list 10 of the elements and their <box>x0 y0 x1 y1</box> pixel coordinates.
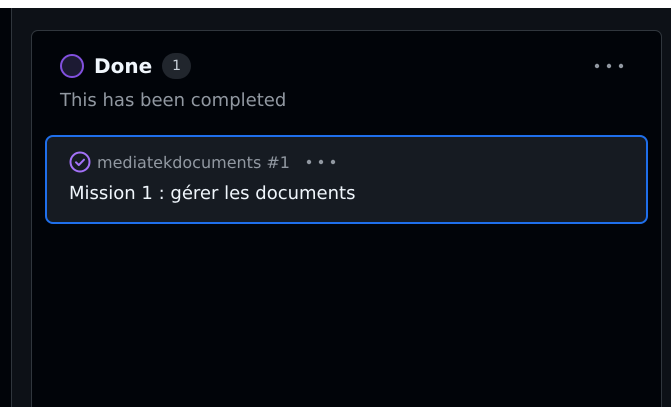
issue-card[interactable]: mediatekdocuments #1 Mission 1 : gérer les documents <box>45 135 648 224</box>
status-circle-icon <box>60 54 84 78</box>
check-circle-icon <box>69 151 91 173</box>
column-description: This has been completed <box>60 90 288 111</box>
issue-reference: mediatekdocuments #1 <box>97 152 290 172</box>
item-count: 1 <box>162 53 192 79</box>
issue-title: Mission 1 : gérer les documents <box>69 183 356 204</box>
ellipsis-icon <box>594 63 624 69</box>
ellipsis-icon <box>306 159 336 165</box>
column-title: Done <box>94 54 152 78</box>
